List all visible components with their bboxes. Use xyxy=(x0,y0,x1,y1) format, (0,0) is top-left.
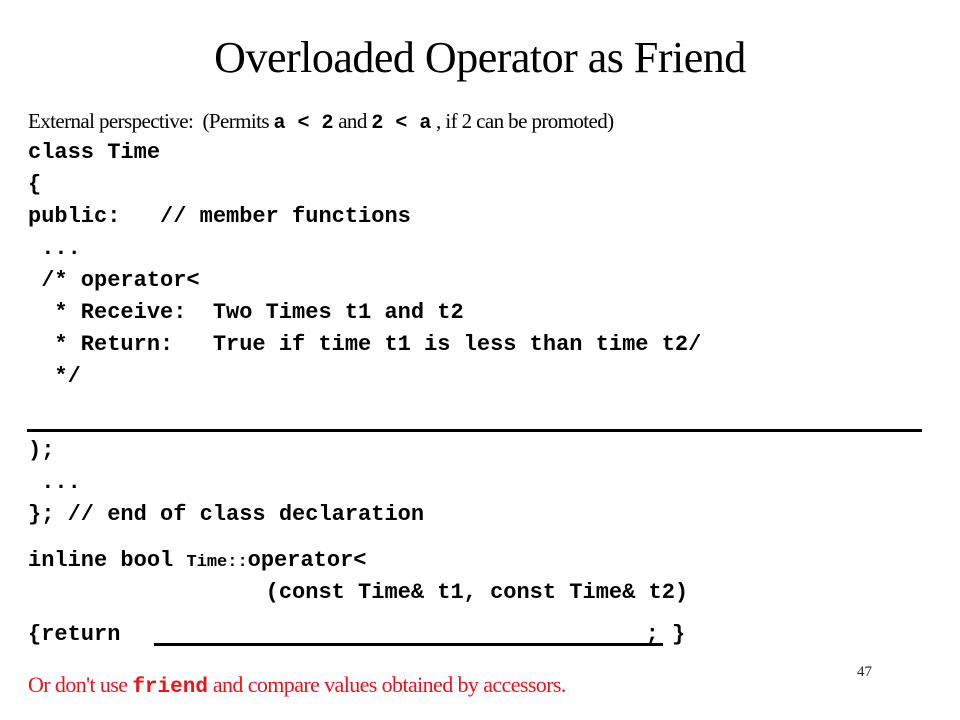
footnote-suffix: and compare values obtained by accessors… xyxy=(207,672,567,697)
intro-expression-2: 2 < a xyxy=(371,112,432,135)
definition-prefix: inline bool xyxy=(28,548,187,573)
code-line: * Return: True if time t1 is less than t… xyxy=(28,332,702,357)
footnote-keyword: friend xyxy=(132,676,208,699)
fill-in-blank-declaration xyxy=(27,429,922,432)
code-line: class Time xyxy=(28,140,161,165)
code-line: }; // end of class declaration xyxy=(28,502,425,527)
intro-text: External perspective: (Permits a < 2 and… xyxy=(28,106,614,139)
fill-in-blank-return xyxy=(154,643,663,646)
code-line: * Receive: Two Times t1 and t2 xyxy=(28,300,464,325)
code-line: ); xyxy=(28,438,55,463)
code-line: public: // member functions xyxy=(28,204,411,229)
code-line: ... xyxy=(28,470,81,495)
definition-operator: operator< xyxy=(247,548,367,573)
code-line: ... xyxy=(28,236,81,261)
intro-expression-1: a < 2 xyxy=(273,112,334,135)
definition-line-1: inline bool Time::operator< xyxy=(28,546,366,578)
definition-scope: Time:: xyxy=(186,553,248,572)
slide-title: Overloaded Operator as Friend xyxy=(214,33,746,82)
code-line: { xyxy=(28,172,42,197)
code-line: /* operator< xyxy=(28,268,200,293)
page-number: 47 xyxy=(857,664,872,680)
code-line: */ xyxy=(28,364,81,389)
footnote: Or don't use friend and compare values o… xyxy=(28,670,566,703)
intro-middle: and xyxy=(333,109,372,133)
intro-prefix: External perspective: (Permits xyxy=(28,109,274,133)
return-prefix: {return xyxy=(28,622,134,647)
definition-line-2: (const Time& t1, const Time& t2) xyxy=(28,580,689,605)
intro-suffix: , if 2 can be promoted) xyxy=(431,109,614,133)
footnote-prefix: Or don't use xyxy=(28,672,133,697)
